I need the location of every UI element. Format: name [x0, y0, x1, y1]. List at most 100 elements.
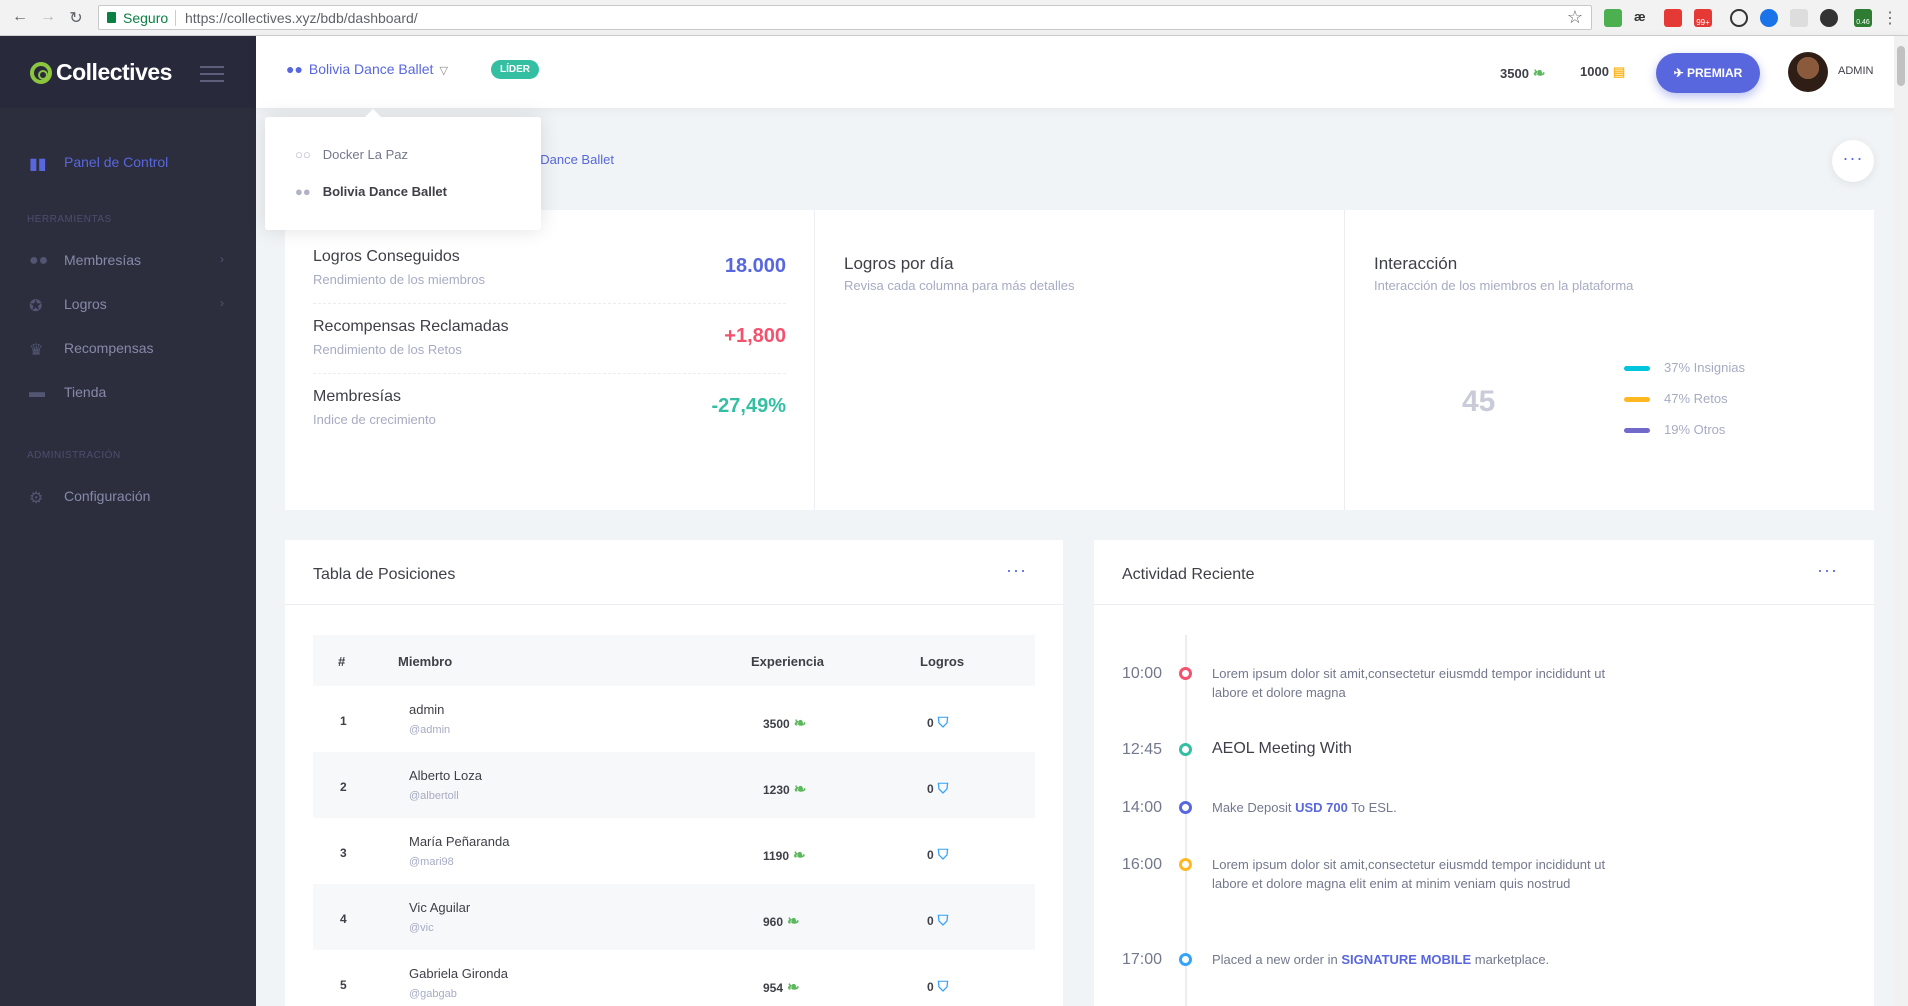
leaf-icon: ❧	[793, 781, 807, 798]
shield-icon: ⛉	[937, 780, 949, 796]
dropdown-item-docker-la-paz[interactable]: ○○ Docker La Paz	[295, 147, 408, 162]
achievements-value: 0	[927, 980, 934, 994]
sidebar-item-membresias[interactable]: ●● Membresías ›	[0, 242, 256, 278]
chevron-right-icon: ›	[220, 252, 224, 266]
users-icon: ●●	[286, 61, 303, 77]
sidebar-item-tienda[interactable]: ▬ Tienda	[0, 374, 256, 410]
secure-label: Seguro	[123, 10, 169, 26]
extension-icon[interactable]	[1790, 9, 1808, 27]
sidebar-item-panel-de-control[interactable]: ▮▮ Panel de Control	[0, 144, 256, 180]
table-row[interactable]: 3 María Peñaranda @mari98 1190 ❧ 0 ⛉	[313, 818, 1035, 884]
url-text[interactable]: https://collectives.xyz/bdb/dashboard/	[185, 10, 418, 26]
table-row[interactable]: 4 Vic Aguilar @vic 960 ❧ 0 ⛉	[313, 884, 1035, 950]
reload-icon[interactable]: ↻	[66, 8, 86, 28]
experience-value: 954	[763, 981, 784, 995]
premiar-button[interactable]: ✈ PREMIAR	[1656, 53, 1760, 93]
legend-swatch	[1624, 366, 1650, 372]
extension-badge-icon[interactable]: 99+	[1694, 9, 1712, 27]
address-bar[interactable]: Seguro https://collectives.xyz/bdb/dashb…	[98, 5, 1592, 30]
sidebar-item-recompensas[interactable]: ♛ Recompensas	[0, 330, 256, 366]
column-header: Logros	[920, 654, 965, 669]
table-row[interactable]: 5 Gabriela Gironda @gabgab 954 ❧ 0 ⛉	[313, 950, 1035, 1006]
experience: 1190 ❧	[763, 846, 806, 864]
timeline-time: 12:45	[1122, 741, 1163, 758]
stat-value: +1,800	[724, 325, 786, 347]
member-name: Gabriela Gironda	[409, 966, 508, 981]
rank: 5	[340, 978, 347, 992]
coins-value: 1000	[1580, 64, 1609, 79]
group-name: Bolivia Dance Ballet	[308, 61, 434, 77]
table-row[interactable]: 1 admin @admin 3500 ❧ 0 ⛉	[313, 686, 1035, 752]
panel-header: Actividad Reciente ···	[1094, 540, 1874, 605]
stat-recompensas: Recompensas Reclamadas Rendimiento de lo…	[313, 280, 786, 357]
stat-title: Recompensas Reclamadas	[313, 318, 509, 335]
brand-header: Collectives	[0, 36, 256, 108]
bookmark-star-icon[interactable]: ☆	[1567, 7, 1583, 28]
user-name[interactable]: ADMIN	[1838, 65, 1873, 77]
more-options-icon[interactable]: ···	[1817, 560, 1838, 581]
divider	[175, 10, 176, 26]
dropdown-item-bolivia-dance-ballet[interactable]: ●● Bolivia Dance Ballet	[295, 184, 447, 199]
member-handle: @admin	[409, 724, 451, 736]
experience: 1230 ❧	[763, 780, 806, 798]
avatar[interactable]	[1788, 52, 1828, 92]
legend-item: 19% Otros	[1624, 422, 1725, 437]
stat-title: Logros Conseguidos	[313, 248, 460, 265]
info-icon[interactable]	[1730, 9, 1748, 27]
extension-icon[interactable]	[1820, 9, 1838, 27]
experience-value: 1190	[763, 849, 790, 863]
sidebar-item-label: Tienda	[64, 384, 107, 400]
table-row[interactable]: 2 Alberto Loza @albertoll 1230 ❧ 0 ⛉	[313, 752, 1035, 818]
group-selector[interactable]: ●● Bolivia Dance Ballet ▽	[286, 61, 448, 77]
timeline-highlight[interactable]: USD 700	[1295, 800, 1348, 815]
extension-badge-icon[interactable]: 0.46	[1854, 9, 1872, 27]
sidebar-item-logros[interactable]: ✪ Logros ›	[0, 286, 256, 322]
member-name: Vic Aguilar	[409, 900, 471, 915]
forward-arrow-icon[interactable]: →	[38, 8, 58, 26]
extension-icon[interactable]	[1664, 9, 1682, 27]
stat-title: Membresías	[313, 388, 402, 405]
back-arrow-icon[interactable]: ←	[10, 8, 30, 26]
legend-label: 19% Otros	[1664, 422, 1726, 437]
dropdown-item-label: Bolivia Dance Ballet	[322, 184, 447, 199]
leaderboard-panel: Tabla de Posiciones ··· # Miembro Experi…	[285, 540, 1063, 1006]
extension-icon[interactable]	[1604, 9, 1622, 27]
extension-ae-icon[interactable]: æ	[1634, 9, 1652, 27]
extension-icon[interactable]	[1760, 9, 1778, 27]
timeline-dot-icon	[1179, 953, 1192, 966]
achievements: 0 ⛉	[927, 780, 948, 797]
group-dropdown: ○○ Docker La Paz ●● Bolivia Dance Ballet	[265, 109, 541, 230]
browser-toolbar: ← → ↻ Seguro https://collectives.xyz/bdb…	[0, 0, 1908, 36]
timeline-line	[1185, 635, 1187, 1006]
topbar: ●● Bolivia Dance Ballet ▽ LÍDER 3500 ❧ 1000…	[256, 36, 1908, 108]
more-options-icon[interactable]: ···	[1006, 560, 1027, 581]
more-options-button[interactable]: ···	[1832, 140, 1874, 182]
timeline-dot-icon	[1179, 743, 1192, 756]
member-name: admin	[409, 702, 445, 717]
member-handle: @albertoll	[409, 790, 459, 802]
experience-value: 960	[763, 915, 784, 929]
timeline-text: Lorem ipsum dolor sit amit,consectetur e…	[1212, 666, 1606, 700]
sidebar-item-label: Membresías	[64, 252, 142, 268]
medal-icon: ✪	[29, 298, 43, 315]
sidebar-item-configuracion[interactable]: ⚙ Configuración	[0, 478, 256, 514]
interaction-total: 45	[1462, 385, 1496, 418]
rank: 4	[340, 912, 347, 926]
points-value: 3500	[1500, 66, 1529, 81]
chevron-right-icon: ›	[220, 296, 224, 310]
stat-value: 18.000	[724, 255, 786, 277]
scrollbar-thumb[interactable]	[1897, 46, 1905, 86]
dropdown-item-label: Docker La Paz	[322, 147, 408, 162]
achievements-value: 0	[927, 914, 934, 928]
timeline-highlight[interactable]: SIGNATURE MOBILE	[1341, 952, 1471, 967]
bar-chart-icon: ▮▮	[29, 156, 47, 173]
sidebar: Collectives ▮▮ Panel de Control HERRAMIE…	[0, 36, 256, 1006]
users-icon: ●●	[29, 252, 49, 269]
browser-menu-icon[interactable]: ⋮	[1880, 8, 1900, 28]
divider	[814, 210, 815, 510]
timeline-text: Placed a new order in SIGNATURE MOBILE m…	[1212, 950, 1612, 969]
hamburger-menu-icon[interactable]	[200, 66, 224, 82]
scrollbar[interactable]	[1894, 36, 1908, 1006]
sidebar-item-label: Panel de Control	[64, 154, 169, 170]
logo-icon	[30, 62, 52, 84]
